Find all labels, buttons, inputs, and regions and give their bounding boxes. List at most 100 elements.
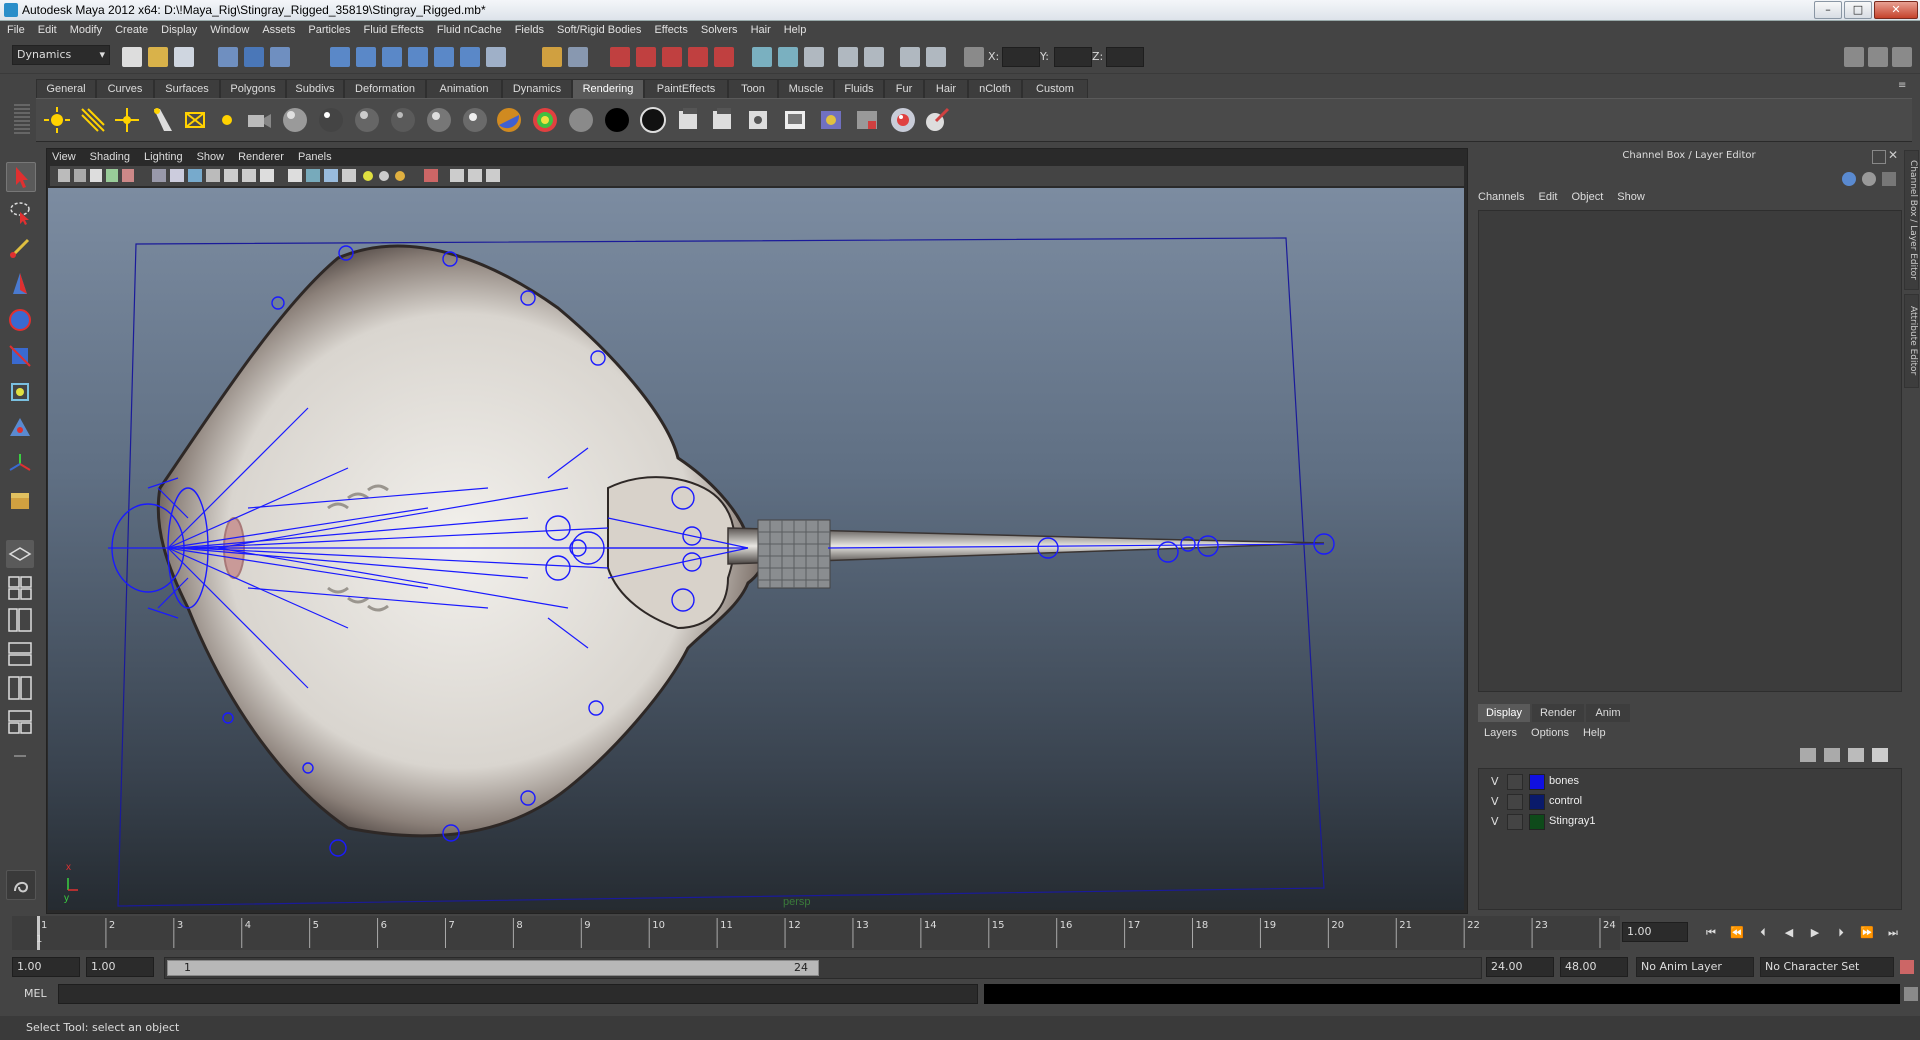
render-view-window-icon[interactable] [780,105,810,135]
y-field[interactable] [1054,47,1092,67]
lasso-tool-icon[interactable] [6,198,34,226]
universal-manipulator-icon[interactable] [6,378,34,406]
layer-tab-display[interactable]: Display [1478,704,1530,722]
channel-box-mode-icon[interactable] [1842,172,1856,186]
channel-box-menu-show[interactable]: Show [1617,191,1645,203]
persp-graph-layout-icon[interactable] [6,640,34,668]
volume-light-icon[interactable] [212,105,242,135]
viewport-menu-lighting[interactable]: Lighting [144,151,183,163]
channel-box-area[interactable] [1478,210,1902,692]
render-view-icon[interactable] [714,47,734,67]
last-tool-used-icon[interactable] [6,486,34,514]
snap-grid-icon[interactable] [330,47,350,67]
viewport-menu-renderer[interactable]: Renderer [238,151,284,163]
ramp-texture-icon[interactable] [530,105,560,135]
shelf-tab-muscle[interactable]: Muscle [778,79,834,98]
shelf-tab-animation[interactable]: Animation [426,79,502,98]
dope-sheet-icon[interactable] [864,47,884,67]
go-to-start-icon[interactable]: ⏮ [1702,925,1720,941]
layer-row-stingray1[interactable]: V Stingray1 [1479,813,1901,831]
area-light-icon[interactable] [180,105,210,135]
paint-select-tool-icon[interactable] [6,234,34,262]
shelf-tab-polygons[interactable]: Polygons [220,79,286,98]
history-icon[interactable] [460,47,480,67]
step-back-frame-icon[interactable]: ⏴ [1754,925,1772,941]
minimize-button[interactable]: – [1814,1,1842,19]
channel-box-toggle-icon[interactable] [1892,47,1912,67]
character-set-dropdown[interactable]: No Character Set [1760,957,1894,977]
layer-menu-help[interactable]: Help [1583,727,1606,739]
render-current-frame-icon[interactable] [674,105,704,135]
rotate-tool-icon[interactable] [6,306,34,334]
layer-playback-toggle[interactable] [1507,814,1523,830]
make-live-icon[interactable] [434,47,454,67]
menu-file[interactable]: File [0,21,31,36]
shelf-menu-icon[interactable]: ≡ [1898,80,1912,94]
shelf-tab-painteffects[interactable]: PaintEffects [644,79,728,98]
layer-visibility-toggle[interactable]: V [1491,775,1499,788]
shelf-tab-custom[interactable]: Custom [1022,79,1088,98]
menu-edit[interactable]: Edit [31,21,63,36]
shelf-tab-subdivs[interactable]: Subdivs [286,79,344,98]
ipr-render-current-frame-icon[interactable] [708,105,738,135]
blinn-material-icon[interactable] [316,105,346,135]
menu-fluid-effects[interactable]: Fluid Effects [357,21,430,36]
layer-color-swatch[interactable] [1529,774,1545,790]
x-field[interactable] [1002,47,1040,67]
selection-mask-icon[interactable] [568,47,588,67]
menu-modify[interactable]: Modify [63,21,108,36]
panel-toolbar-icons[interactable] [58,169,500,182]
step-forward-key-icon[interactable]: ⏩ [1858,925,1876,941]
range-slider-handle[interactable]: 1 24 [167,960,819,976]
layer-row-bones[interactable]: V bones [1479,773,1901,791]
snap-point-icon[interactable] [382,47,402,67]
viewport-menu-panels[interactable]: Panels [298,151,332,163]
shelf-tab-fur[interactable]: Fur [884,79,924,98]
construction-history-icon[interactable] [778,47,798,67]
side-tab-attribute-editor[interactable]: Attribute Editor [1904,294,1919,388]
channel-box-menu-channels[interactable]: Channels [1478,191,1524,203]
tail-lattice-box[interactable] [757,519,831,589]
shelf-tab-toon[interactable]: Toon [728,79,778,98]
input-output-icon[interactable] [752,47,772,67]
script-editor-icon[interactable] [6,870,36,900]
show-manipulator-icon[interactable] [6,450,34,478]
side-tab-channel-box[interactable]: Channel Box / Layer Editor [1904,150,1919,290]
close-panel-icon[interactable]: ✕ [1888,148,1898,162]
use-background-shader-icon[interactable] [602,105,632,135]
viewport-menu-view[interactable]: View [52,151,76,163]
scale-tool-icon[interactable] [6,342,34,370]
menu-fields[interactable]: Fields [508,21,550,36]
select-by-object-icon[interactable] [244,47,264,67]
anisotropic-material-icon[interactable] [424,105,454,135]
menu-window[interactable]: Window [203,21,255,36]
paint-texture-icon[interactable] [922,105,952,135]
animation-preferences-icon[interactable] [1900,960,1914,974]
command-input[interactable] [58,984,978,1004]
perspective-viewport[interactable]: x y persp [48,188,1464,910]
transform-mode-icon[interactable] [964,47,984,67]
step-forward-frame-icon[interactable]: ⏵ [1832,925,1850,941]
layer-color-swatch[interactable] [1529,814,1545,830]
shelf-tab-deformation[interactable]: Deformation [344,79,426,98]
layer-menu-layers[interactable]: Layers [1484,727,1517,739]
layer-tab-anim[interactable]: Anim [1586,704,1630,722]
animation-end-field[interactable]: 48.00 [1560,957,1628,977]
go-to-end-icon[interactable]: ⏭ [1884,925,1902,941]
channel-box-settings-icon[interactable] [1862,172,1876,186]
attribute-editor-toggle-icon[interactable] [1844,47,1864,67]
viewport-menu-shading[interactable]: Shading [90,151,130,163]
layered-shader-icon[interactable] [460,105,490,135]
layer-move-up-icon[interactable] [1800,748,1816,762]
hypershade-icon[interactable] [688,47,708,67]
single-perspective-layout-icon[interactable] [6,540,34,568]
snap-view-plane-icon[interactable] [408,47,428,67]
node-editor-icon[interactable] [804,47,824,67]
persp-outliner-layout-icon[interactable] [6,606,34,634]
play-forwards-icon[interactable]: ▶ [1806,925,1824,941]
menu-display[interactable]: Display [154,21,203,36]
shelf-tab-hair[interactable]: Hair [924,79,968,98]
phong-material-icon[interactable] [352,105,382,135]
command-language-label[interactable]: MEL [24,987,47,1000]
point-light-icon[interactable] [112,105,142,135]
